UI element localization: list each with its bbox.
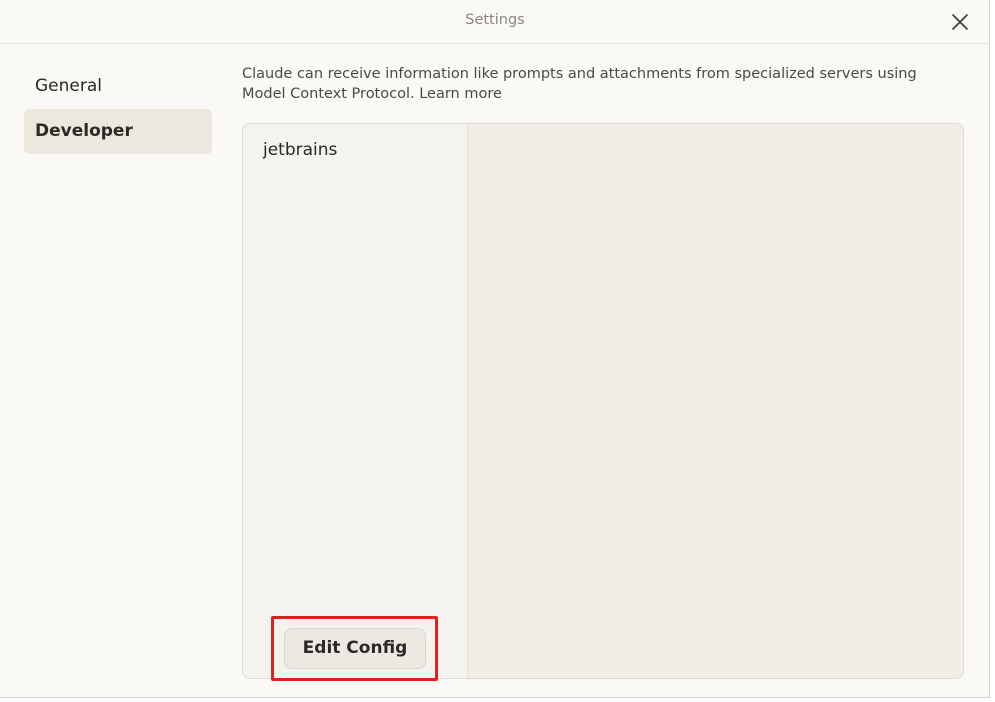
mcp-servers-panel: jetbrains Edit Config xyxy=(242,123,964,679)
server-list: jetbrains Edit Config xyxy=(243,124,468,678)
close-icon xyxy=(948,10,972,34)
sidebar-item-developer[interactable]: Developer xyxy=(24,109,212,154)
description-text: Claude can receive information like prom… xyxy=(242,66,917,102)
developer-description: Claude can receive information like prom… xyxy=(242,64,962,104)
highlight-box xyxy=(271,616,438,681)
sidebar-item-general[interactable]: General xyxy=(24,64,212,109)
settings-window: Settings General Developer Claude can re… xyxy=(0,0,990,698)
learn-more-link[interactable]: Learn more xyxy=(419,86,502,102)
title-bar: Settings xyxy=(0,0,990,44)
close-button[interactable] xyxy=(948,10,972,34)
window-title: Settings xyxy=(0,12,990,28)
server-item-jetbrains[interactable]: jetbrains xyxy=(263,140,337,160)
